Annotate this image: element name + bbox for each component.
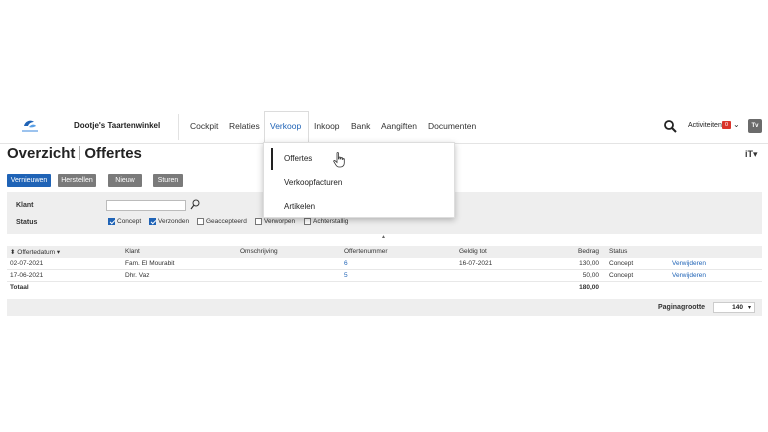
- row-amount: 50,00: [582, 272, 599, 279]
- checkbox-checked-icon[interactable]: [149, 218, 156, 225]
- row-client: Dhr. Vaz: [125, 272, 150, 279]
- row-status: Concept: [609, 260, 634, 267]
- header-divider: [178, 114, 179, 140]
- top-navigation-bar: Dootje's Taartenwinkel Cockpit Relaties …: [0, 108, 768, 144]
- nav-item-verkoop[interactable]: Verkoop: [270, 121, 301, 131]
- activities-count-badge: 0: [722, 121, 731, 129]
- page-title-overview: Overzicht: [7, 145, 76, 162]
- nav-item-cockpit[interactable]: Cockpit: [190, 121, 218, 131]
- status-checkbox-verzonden[interactable]: Verzonden: [149, 217, 189, 226]
- send-button[interactable]: Sturen: [153, 174, 183, 187]
- selected-item-marker: [271, 148, 273, 170]
- page-size-label: Paginagrootte: [658, 304, 706, 311]
- column-header-description[interactable]: Omschrijving: [240, 248, 278, 255]
- row-date: 02-07-2021: [10, 260, 44, 267]
- nav-item-aangiften[interactable]: Aangiften: [381, 121, 417, 131]
- nav-item-inkoop[interactable]: Inkoop: [314, 121, 340, 131]
- new-button[interactable]: Nieuw: [108, 174, 142, 187]
- total-amount: 180,00: [579, 284, 599, 291]
- reset-button[interactable]: Herstellen: [58, 174, 96, 187]
- table-footer: Paginagrootte 140 ▾: [7, 299, 762, 316]
- table-header-row: ⬍ Offertedatum ▾ Klant Omschrijving Offe…: [7, 246, 762, 258]
- page-title-quotes: Offertes: [84, 145, 142, 162]
- nav-item-relaties[interactable]: Relaties: [229, 121, 260, 131]
- user-avatar[interactable]: Tv: [748, 119, 762, 133]
- column-header-status[interactable]: Status: [609, 248, 627, 255]
- status-checkbox-achterstallig[interactable]: Achterstallig: [304, 217, 348, 226]
- row-quote-number-link[interactable]: 5: [344, 272, 348, 279]
- column-header-number[interactable]: Offertenummer: [344, 248, 388, 255]
- checkbox-unchecked-icon[interactable]: [255, 218, 262, 225]
- company-logo[interactable]: [20, 117, 40, 135]
- row-delete-link[interactable]: Verwijderen: [672, 272, 706, 279]
- column-header-valid-until[interactable]: Geldig tot: [459, 248, 487, 255]
- row-client: Fam. El Mourabit: [125, 260, 175, 267]
- table-row[interactable]: 02-07-2021 Fam. El Mourabit 6 16-07-2021…: [7, 258, 762, 270]
- menu-item-offertes[interactable]: Offertes: [284, 154, 312, 163]
- status-checkbox-concept[interactable]: Concept: [108, 217, 141, 226]
- status-checkbox-verworpen[interactable]: Verworpen: [255, 217, 295, 226]
- view-options-icon[interactable]: iT▾: [745, 149, 758, 160]
- chevron-down-icon: ▾: [747, 305, 751, 311]
- quotes-table: ⬍ Offertedatum ▾ Klant Omschrijving Offe…: [7, 246, 762, 294]
- chevron-down-icon[interactable]: ⌄: [733, 120, 740, 129]
- status-filter-label: Status: [16, 219, 38, 226]
- page-size-select[interactable]: 140 ▾: [713, 302, 755, 313]
- search-icon[interactable]: [663, 119, 677, 133]
- verkoop-dropdown-menu: Offertes Verkoopfacturen Artikelen: [263, 142, 455, 218]
- shop-name[interactable]: Dootje's Taartenwinkel: [74, 121, 160, 130]
- checkbox-unchecked-icon[interactable]: [197, 218, 204, 225]
- refresh-button[interactable]: Vernieuwen: [7, 174, 51, 187]
- nav-item-bank[interactable]: Bank: [351, 121, 370, 131]
- row-valid-until: 16-07-2021: [459, 260, 493, 267]
- menu-item-verkoopfacturen[interactable]: Verkoopfacturen: [284, 178, 342, 187]
- activities-link[interactable]: Activiteiten: [688, 122, 722, 129]
- page-title: Overzicht Offertes: [7, 145, 142, 162]
- search-icon[interactable]: [190, 199, 200, 210]
- row-date: 17-06-2021: [10, 272, 44, 279]
- client-filter-label: Klant: [16, 202, 34, 209]
- row-delete-link[interactable]: Verwijderen: [672, 260, 706, 267]
- checkbox-unchecked-icon[interactable]: [304, 218, 311, 225]
- client-filter-input[interactable]: [106, 200, 186, 211]
- collapse-filter-icon[interactable]: ▲: [381, 234, 386, 240]
- row-quote-number-link[interactable]: 6: [344, 260, 348, 267]
- column-header-client[interactable]: Klant: [125, 248, 140, 255]
- nav-item-documenten[interactable]: Documenten: [428, 121, 476, 131]
- status-checkbox-geaccepteerd[interactable]: Geaccepteerd: [197, 217, 247, 226]
- hand-cursor-icon: [333, 152, 345, 168]
- column-header-date[interactable]: ⬍ Offertedatum ▾: [10, 248, 60, 256]
- menu-item-artikelen[interactable]: Artikelen: [284, 202, 315, 211]
- row-amount: 130,00: [579, 260, 599, 267]
- title-divider: [79, 146, 81, 160]
- row-status: Concept: [609, 272, 634, 279]
- column-header-amount[interactable]: Bedrag: [547, 248, 599, 255]
- table-row[interactable]: 17-06-2021 Dhr. Vaz 5 50,00 Concept Verw…: [7, 270, 762, 282]
- table-total-row: Totaal 180,00: [7, 282, 762, 294]
- total-label: Totaal: [10, 284, 29, 291]
- checkbox-checked-icon[interactable]: [108, 218, 115, 225]
